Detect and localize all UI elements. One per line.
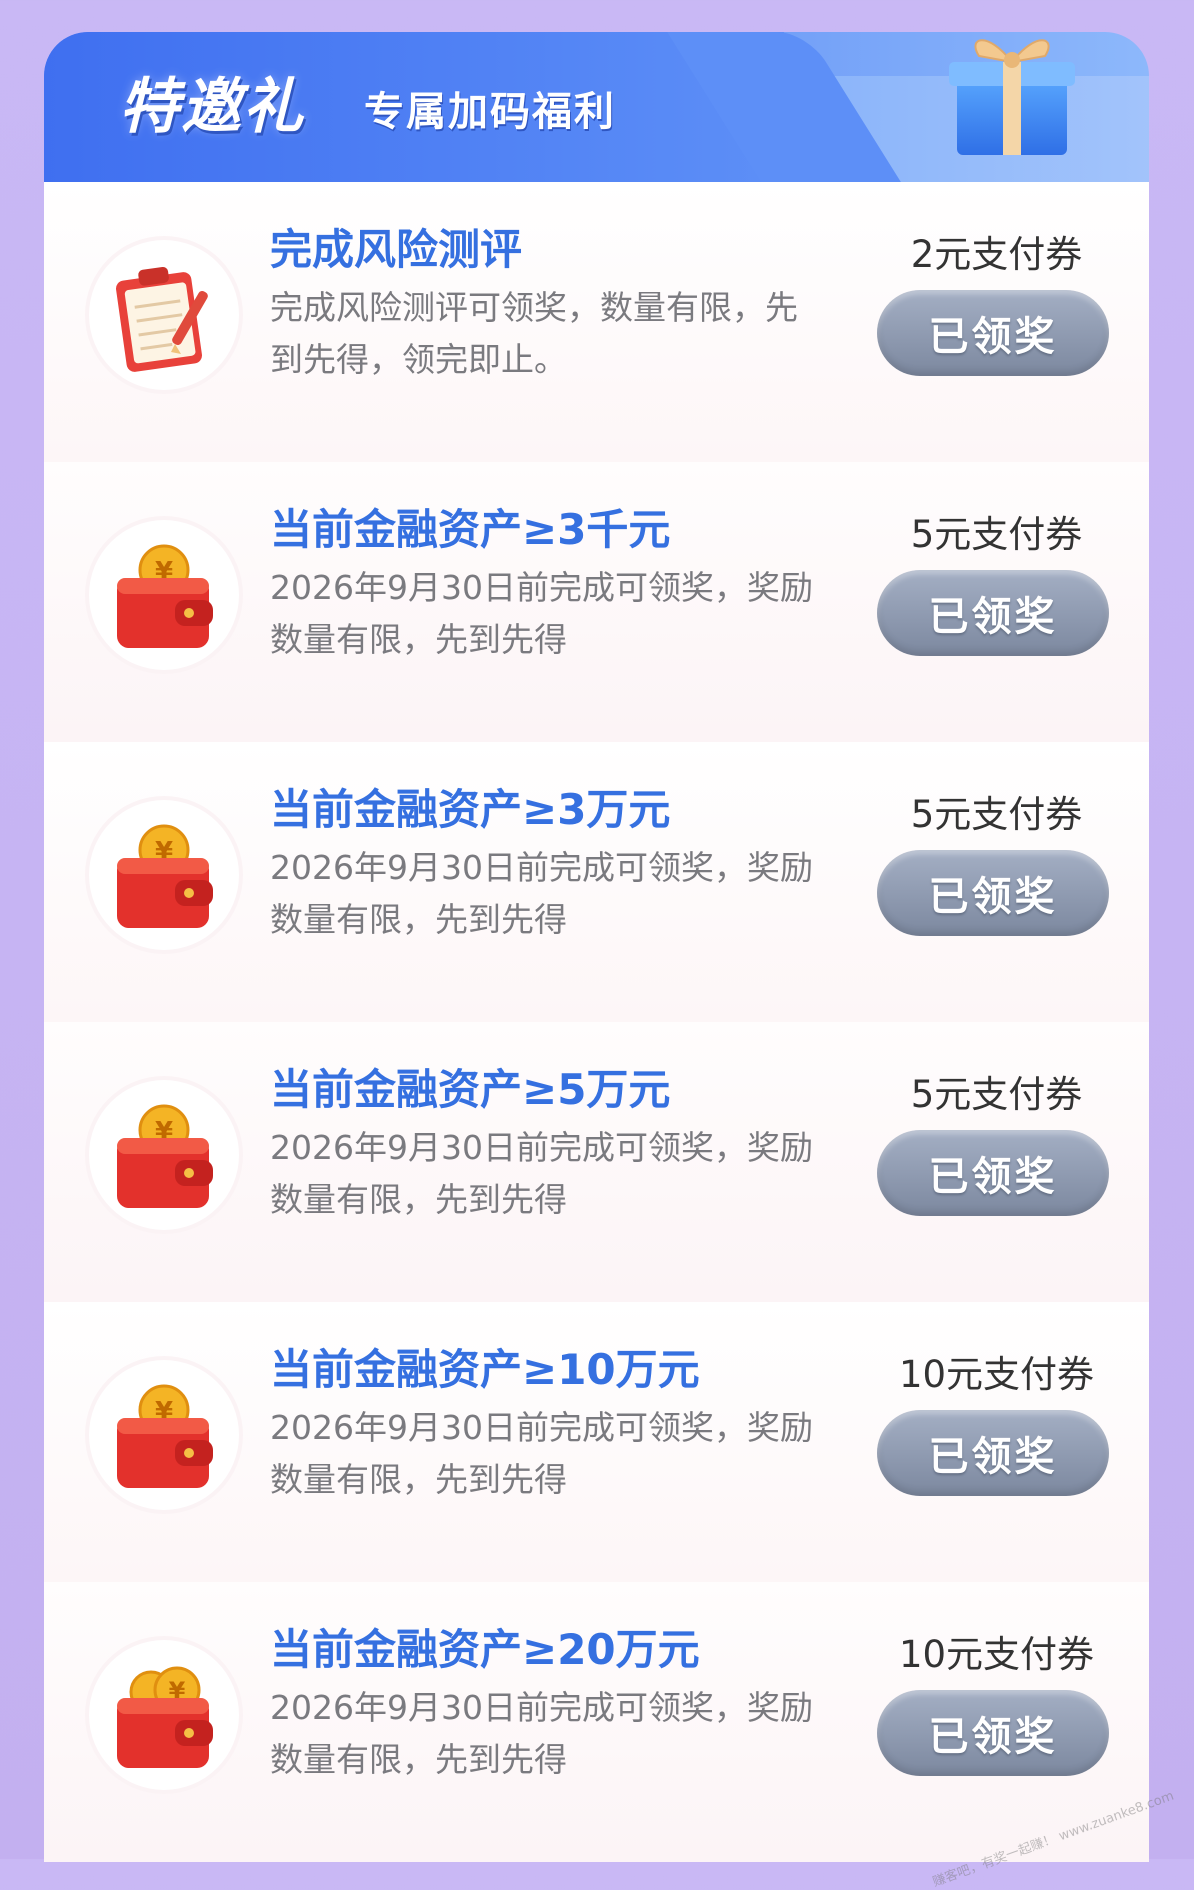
claimed-button[interactable]: 已领奖	[877, 1130, 1109, 1216]
claimed-button[interactable]: 已领奖	[877, 850, 1109, 936]
list-item: ¥ 当前金融资产≥20万元 2026年9月30日前完成可领奖，奖励数量有限，先到…	[44, 1582, 1149, 1862]
reward-label: 10元支付券	[898, 1633, 1095, 1676]
item-title: 完成风险测评	[270, 225, 523, 274]
item-title: 当前金融资产≥10万元	[270, 1345, 700, 1394]
list-item: ¥ 当前金融资产≥3千元 2026年9月30日前完成可领奖，奖励数量有限，先到先…	[44, 462, 1149, 742]
wallet-icon: ¥	[117, 544, 213, 648]
item-description: 2026年9月30日前完成可领奖，奖励数量有限，先到先得	[270, 1408, 813, 1499]
gift-box-icon	[949, 39, 1075, 155]
list-item: ¥ 当前金融资产≥10万元 2026年9月30日前完成可领奖，奖励数量有限，先到…	[44, 1302, 1149, 1582]
item-description: 2026年9月30日前完成可领奖，奖励数量有限，先到先得	[270, 848, 813, 939]
wallet-icon: ¥	[117, 1666, 213, 1768]
item-description: 完成风险测评可领奖，数量有限，先到先得，领完即止。	[270, 288, 798, 379]
item-title: 当前金融资产≥5万元	[270, 1065, 671, 1114]
clipboard-icon	[116, 266, 208, 372]
item-title: 当前金融资产≥3万元	[270, 785, 671, 834]
wallet-icon: ¥	[117, 1104, 213, 1208]
claimed-button[interactable]: 已领奖	[877, 570, 1109, 656]
reward-label: 2元支付券	[910, 233, 1083, 276]
claimed-button[interactable]: 已领奖	[877, 1690, 1109, 1776]
wallet-icon: ¥	[117, 1384, 213, 1488]
reward-label: 5元支付券	[910, 1073, 1083, 1116]
header-title: 特邀礼	[119, 72, 305, 142]
item-description: 2026年9月30日前完成可领奖，奖励数量有限，先到先得	[270, 1128, 813, 1219]
promo-card: 特邀礼 专属加码福利 完成风险测评 完成风险测评可领奖，数量有限，先到先得，领完…	[44, 32, 1149, 1872]
item-title: 当前金融资产≥3千元	[270, 505, 671, 554]
header-subtitle: 专属加码福利	[364, 89, 616, 135]
list-item: 完成风险测评 完成风险测评可领奖，数量有限，先到先得，领完即止。 2元支付券 已…	[44, 182, 1149, 462]
reward-label: 5元支付券	[910, 793, 1083, 836]
wallet-icon: ¥	[117, 824, 213, 928]
list-item: ¥ 当前金融资产≥3万元 2026年9月30日前完成可领奖，奖励数量有限，先到先…	[44, 742, 1149, 1022]
header-banner: 特邀礼 专属加码福利	[44, 32, 1149, 182]
reward-label: 10元支付券	[898, 1353, 1095, 1396]
item-description: 2026年9月30日前完成可领奖，奖励数量有限，先到先得	[270, 1688, 813, 1779]
list-item: ¥ 当前金融资产≥5万元 2026年9月30日前完成可领奖，奖励数量有限，先到先…	[44, 1022, 1149, 1302]
claimed-button[interactable]: 已领奖	[877, 290, 1109, 376]
reward-label: 5元支付券	[910, 513, 1083, 556]
task-list: 完成风险测评 完成风险测评可领奖，数量有限，先到先得，领完即止。 2元支付券 已…	[44, 182, 1149, 1862]
item-title: 当前金融资产≥20万元	[270, 1625, 700, 1674]
item-description: 2026年9月30日前完成可领奖，奖励数量有限，先到先得	[270, 568, 813, 659]
claimed-button[interactable]: 已领奖	[877, 1410, 1109, 1496]
